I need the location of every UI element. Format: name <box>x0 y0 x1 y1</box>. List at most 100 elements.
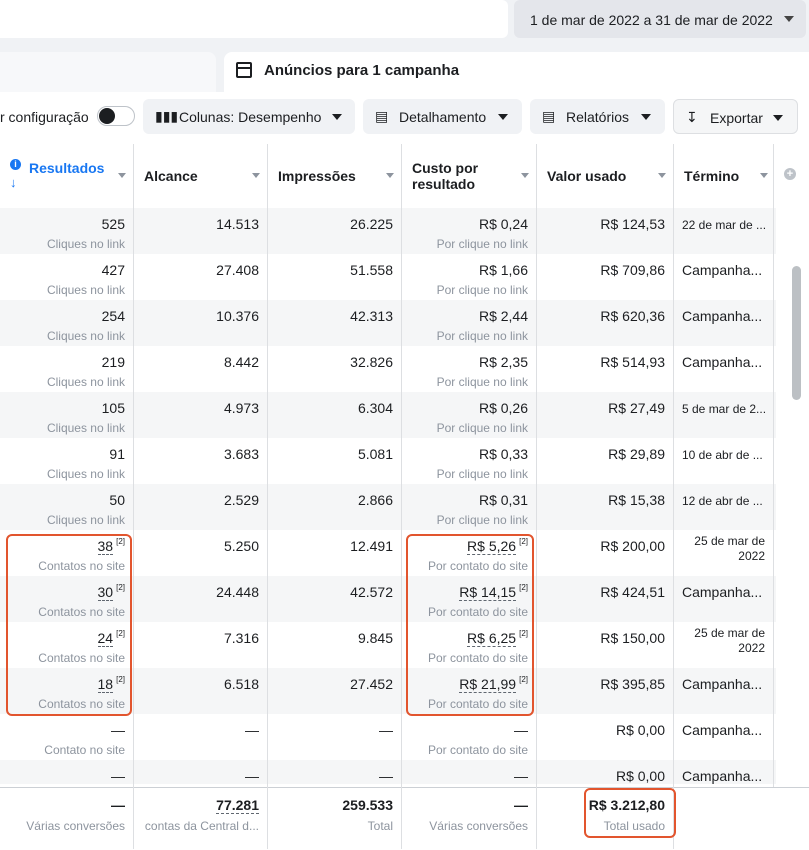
cell-value: R$ 395,85 <box>600 676 665 692</box>
cell-value: 27.452 <box>350 676 393 692</box>
cell-subtext: Cliques no link <box>46 467 125 481</box>
breakdown-button[interactable]: ▤ Detalhamento <box>363 99 522 134</box>
end-date: Campanha... <box>682 768 763 784</box>
cell-value-wrap: — <box>514 722 528 738</box>
total-alcance: 77.281 contas da Central d... <box>134 788 268 850</box>
sort-icon[interactable] <box>521 173 529 178</box>
table-row[interactable]: 427 Cliques no link 27.408 51.558 R$ 1,66 Por… <box>0 254 776 300</box>
header-valor-usado[interactable]: Valor usado <box>537 144 674 208</box>
cell-value-wrap: R$ 29,89 <box>608 446 665 462</box>
cell-value-wrap: 10.376 <box>216 308 259 324</box>
cell-value-wrap: 24.448 <box>216 584 259 600</box>
sort-icon[interactable] <box>252 173 260 178</box>
column-divider <box>267 144 268 849</box>
table-row[interactable]: 254 Cliques no link 10.376 42.313 R$ 2,44 Por… <box>0 300 776 346</box>
table-row[interactable]: 91 Cliques no link 3.683 5.081 R$ 0,33 Por cl… <box>0 438 776 484</box>
cell-value: 2.529 <box>223 492 259 508</box>
cell-value: 10.376 <box>216 308 259 324</box>
header-impressoes[interactable]: Impressões <box>268 144 402 208</box>
table-row[interactable]: 219 Cliques no link 8.442 32.826 R$ 2,35 Por … <box>0 346 776 392</box>
reports-label: Relatórios <box>566 109 630 125</box>
cell-value-wrap: — <box>514 768 528 784</box>
cell-value: R$ 0,00 <box>615 722 665 738</box>
total-sub: contas da Central d... <box>144 819 259 833</box>
table-row[interactable]: — Contato no site — — — Por contato do site R$… <box>0 714 776 760</box>
cell-val: R$ 424,51 <box>537 576 674 622</box>
add-column-icon[interactable]: + <box>784 168 796 180</box>
chevron-down-icon <box>498 114 508 120</box>
cell-value-wrap: R$ 0,31 <box>479 492 528 508</box>
cell-res: 105 Cliques no link <box>0 392 134 438</box>
date-range-picker[interactable]: 1 de mar de 2022 a 31 de mar de 2022 <box>514 0 806 38</box>
table-row[interactable]: — — — — R$ 0,00 Campanha... <box>0 760 776 784</box>
search-input[interactable] <box>0 0 508 38</box>
tab-title: Anúncios para 1 campanha <box>264 62 460 79</box>
table-row[interactable]: 50 Cliques no link 2.529 2.866 R$ 0,31 Por cl… <box>0 484 776 530</box>
cell-end: Campanha... <box>674 346 774 392</box>
cell-end: 25 de mar de 2022 <box>674 622 774 668</box>
export-button[interactable]: ↧ Exportar <box>673 99 798 134</box>
cell-value: 50 <box>109 492 125 508</box>
cell-value-wrap: 9.845 <box>358 630 393 646</box>
cell-subtext: Por clique no link <box>436 421 528 435</box>
cell-value-wrap: R$ 15,38 <box>608 492 665 508</box>
cell-value: R$ 514,93 <box>600 354 665 370</box>
header-alcance[interactable]: Alcance <box>134 144 268 208</box>
cell-val: R$ 200,00 <box>537 530 674 576</box>
cell-value: R$ 0,24 <box>478 216 528 232</box>
config-toggle[interactable] <box>97 106 135 126</box>
cell-value: 525 <box>101 216 125 232</box>
table-row[interactable]: 105 Cliques no link 4.973 6.304 R$ 0,26 Por c… <box>0 392 776 438</box>
sort-icon[interactable] <box>658 173 666 178</box>
cell-value: 91 <box>109 446 125 462</box>
table-row[interactable]: 525 Cliques no link 14.513 26.225 R$ 0,24 Por… <box>0 208 776 254</box>
header-label: Término <box>684 168 740 184</box>
cell-value: 26.225 <box>350 216 393 232</box>
cell-value: 24.448 <box>216 584 259 600</box>
cell-value-wrap: 27.408 <box>216 262 259 278</box>
total-sub: Total <box>367 819 393 833</box>
cell-value: R$ 2,44 <box>478 308 528 324</box>
chevron-down-icon <box>641 114 651 120</box>
sort-icon[interactable] <box>760 173 768 178</box>
cell-val: R$ 395,85 <box>537 668 674 714</box>
cell-subtext: Por clique no link <box>436 283 528 297</box>
column-divider <box>401 144 402 849</box>
cell-value-wrap: 5.250 <box>224 538 259 554</box>
cell-value-wrap: R$ 0,26 <box>479 400 528 416</box>
column-divider <box>673 144 674 849</box>
export-label: Exportar <box>710 110 763 126</box>
cell-subtext: Contato no site <box>44 743 125 757</box>
header-custo-por-resultado[interactable]: Custo por resultado <box>402 144 537 208</box>
cell-value-wrap: — <box>245 768 259 784</box>
info-icon: i <box>10 159 21 170</box>
sort-icon[interactable] <box>118 173 126 178</box>
cell-alc: 14.513 <box>134 208 268 254</box>
cell-value: 8.442 <box>223 354 259 370</box>
columns-button[interactable]: ▮▮▮ Colunas: Desempenho <box>143 99 355 134</box>
cell-value: R$ 1,66 <box>478 262 528 278</box>
total-impressoes: 259.533 Total <box>268 788 402 850</box>
header-termino[interactable]: Término <box>674 144 776 208</box>
cell-value-wrap: 2.529 <box>224 492 259 508</box>
header-resultados[interactable]: i Resultados ↓ <box>0 144 134 208</box>
cell-value: — <box>111 722 125 738</box>
cell-value: R$ 0,26 <box>478 400 528 416</box>
download-icon: ↧ <box>686 109 698 125</box>
chevron-down-icon <box>332 114 342 120</box>
total-value[interactable]: 77.281 <box>216 797 259 814</box>
total-value: — <box>514 797 528 813</box>
cell-value-wrap: 525 <box>102 216 125 232</box>
cell-value-wrap: 27.452 <box>350 676 393 692</box>
reports-button[interactable]: ▤ Relatórios <box>530 99 665 134</box>
date-range-label: 1 de mar de 2022 a 31 de mar de 2022 <box>530 12 773 28</box>
tab-ads[interactable]: Anúncios para 1 campanha <box>224 52 809 92</box>
cell-value-wrap: R$ 2,35 <box>479 354 528 370</box>
sort-icon[interactable] <box>386 173 394 178</box>
end-date: Campanha... <box>682 308 763 324</box>
vertical-scrollbar[interactable] <box>792 266 801 400</box>
cell-value: — <box>379 768 393 784</box>
reports-icon: ▤ <box>542 108 556 124</box>
cell-value: 42.313 <box>350 308 393 324</box>
tab-campaigns[interactable] <box>0 52 216 92</box>
